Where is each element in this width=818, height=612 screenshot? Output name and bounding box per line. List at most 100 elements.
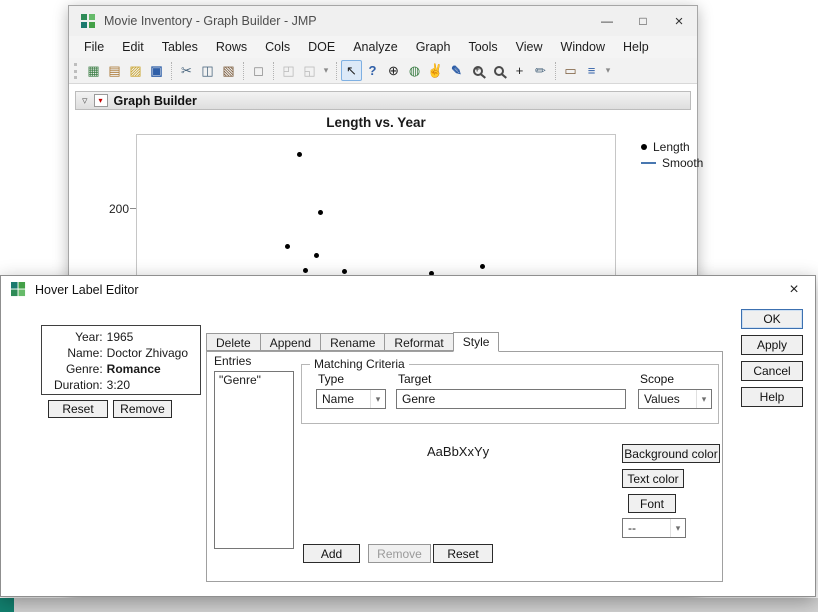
magnifier-zoom-in-icon[interactable] — [467, 60, 488, 81]
menu-doe[interactable]: DOE — [299, 38, 344, 56]
font-button[interactable]: Font — [628, 494, 676, 513]
menu-tables[interactable]: Tables — [153, 38, 207, 56]
font-style-select[interactable]: -- ▾ — [622, 518, 686, 538]
hover-label-preview[interactable]: Year: 1965 Name: Doctor Zhivago Genre: R… — [41, 325, 201, 395]
tab-strip: Delete Append Rename Reformat Style — [206, 332, 499, 352]
titlebar: Movie Inventory - Graph Builder - JMP — … — [69, 6, 697, 36]
toolbar-grip[interactable] — [74, 63, 79, 79]
preview-reset-button[interactable]: Reset — [48, 400, 108, 418]
jmp-app-icon — [80, 13, 96, 29]
magnifier-icon[interactable] — [488, 60, 509, 81]
toolbar-separator — [273, 62, 274, 80]
paste-dropdown-icon[interactable]: ▾ — [320, 60, 332, 81]
dialog-titlebar: Hover Label Editor — [1, 276, 815, 303]
lasso-plus-tool-icon[interactable]: + — [509, 60, 530, 81]
text-color-button[interactable]: Text color — [622, 469, 684, 488]
preview-value: Romance — [107, 361, 188, 377]
data-point[interactable] — [318, 210, 323, 215]
data-point[interactable] — [480, 264, 485, 269]
menu-window[interactable]: Window — [552, 38, 614, 56]
type-label: Type — [318, 372, 344, 386]
toolbar: ▦ ▤ ▨ ▣ ✂ ◫ ▧ ◻ ◰ ◱ ▾ ↖ ? ⊕ ◍ ✌ ✎ + ✏ ▭ … — [69, 58, 697, 84]
menu-help[interactable]: Help — [614, 38, 658, 56]
paste-with-column-names-icon: ◰ — [278, 60, 299, 81]
menu-bar: File Edit Tables Rows Cols DOE Analyze G… — [69, 36, 697, 58]
background-color-button[interactable]: Background color — [622, 444, 720, 463]
chevron-down-icon: ▾ — [696, 390, 711, 408]
menu-graph[interactable]: Graph — [407, 38, 460, 56]
menu-view[interactable]: View — [507, 38, 552, 56]
menu-edit[interactable]: Edit — [113, 38, 153, 56]
minimize-icon[interactable]: — — [589, 6, 625, 36]
preview-key: Duration: — [54, 377, 103, 393]
add-button[interactable]: Add — [303, 544, 360, 563]
dialog-close-icon[interactable]: × — [779, 278, 809, 302]
data-point[interactable] — [342, 269, 347, 274]
cut-icon[interactable]: ✂ — [176, 60, 197, 81]
eraser-tool-icon[interactable]: ✏ — [530, 60, 551, 81]
draw-lines-tool-icon[interactable]: ≡ — [581, 60, 602, 81]
window-title: Movie Inventory - Graph Builder - JMP — [104, 14, 317, 28]
ok-button[interactable]: OK — [741, 309, 803, 329]
save-icon[interactable]: ▣ — [146, 60, 167, 81]
menu-file[interactable]: File — [75, 38, 113, 56]
lock-icon[interactable]: ◻ — [248, 60, 269, 81]
graph-builder-title: Graph Builder — [114, 94, 197, 108]
reset-button[interactable]: Reset — [433, 544, 493, 563]
copy-icon[interactable]: ◫ — [197, 60, 218, 81]
remove-button: Remove — [368, 544, 431, 563]
data-point[interactable] — [314, 253, 319, 258]
paste-special-icon: ◱ — [299, 60, 320, 81]
cancel-button[interactable]: Cancel — [741, 361, 803, 381]
scope-select[interactable]: Values ▾ — [638, 389, 712, 409]
crosshair-tool-icon[interactable]: ⊕ — [383, 60, 404, 81]
hover-label-editor-icon — [11, 282, 26, 297]
menu-analyze[interactable]: Analyze — [344, 38, 406, 56]
preview-key: Year: — [54, 329, 103, 345]
list-item[interactable]: "Genre" — [215, 372, 293, 388]
grabber-tool-icon[interactable]: ✌ — [425, 60, 446, 81]
paste-icon[interactable]: ▧ — [218, 60, 239, 81]
tab-delete[interactable]: Delete — [206, 333, 260, 351]
annotate-tool-icon[interactable]: ▭ — [560, 60, 581, 81]
data-point[interactable] — [303, 268, 308, 273]
data-point[interactable] — [285, 244, 290, 249]
preview-value: 3:20 — [107, 377, 188, 393]
new-journal-icon[interactable]: ▤ — [104, 60, 125, 81]
new-data-table-icon[interactable]: ▦ — [83, 60, 104, 81]
taskbar-strip — [0, 598, 818, 612]
tab-style[interactable]: Style — [453, 332, 500, 352]
disclosure-triangle-icon[interactable]: ▿ — [82, 94, 88, 107]
legend-item-length[interactable]: Length — [641, 139, 703, 155]
chart-title: Length vs. Year — [136, 115, 616, 130]
entries-label: Entries — [214, 354, 251, 368]
close-icon[interactable]: × — [661, 6, 697, 36]
help-button[interactable]: Help — [741, 387, 803, 407]
type-select[interactable]: Name ▾ — [316, 389, 386, 409]
preview-remove-button[interactable]: Remove — [113, 400, 172, 418]
brush-tool-icon[interactable]: ✎ — [446, 60, 467, 81]
y-axis-tick-label[interactable]: 200 — [103, 202, 129, 216]
tab-reformat[interactable]: Reformat — [384, 333, 452, 351]
toolbar-overflow-icon[interactable]: ▾ — [602, 60, 614, 81]
style-sample-text: AaBbXxYy — [427, 444, 489, 459]
globe-tool-icon[interactable]: ◍ — [404, 60, 425, 81]
legend-label: Smooth — [662, 156, 703, 170]
red-triangle-menu-icon[interactable]: ▾ — [94, 94, 108, 107]
target-input[interactable] — [396, 389, 626, 409]
maximize-icon[interactable]: □ — [625, 6, 661, 36]
help-tool-icon[interactable]: ? — [362, 60, 383, 81]
legend-item-smooth[interactable]: Smooth — [641, 155, 703, 171]
taskbar-app-icon[interactable] — [0, 598, 14, 612]
chart-legend: Length Smooth — [641, 139, 703, 171]
menu-rows[interactable]: Rows — [207, 38, 256, 56]
menu-tools[interactable]: Tools — [459, 38, 506, 56]
menu-cols[interactable]: Cols — [256, 38, 299, 56]
open-icon[interactable]: ▨ — [125, 60, 146, 81]
tab-append[interactable]: Append — [260, 333, 320, 351]
entries-list[interactable]: "Genre" — [214, 371, 294, 549]
tab-rename[interactable]: Rename — [320, 333, 384, 351]
apply-button[interactable]: Apply — [741, 335, 803, 355]
arrow-tool-icon[interactable]: ↖ — [341, 60, 362, 81]
data-point[interactable] — [297, 152, 302, 157]
